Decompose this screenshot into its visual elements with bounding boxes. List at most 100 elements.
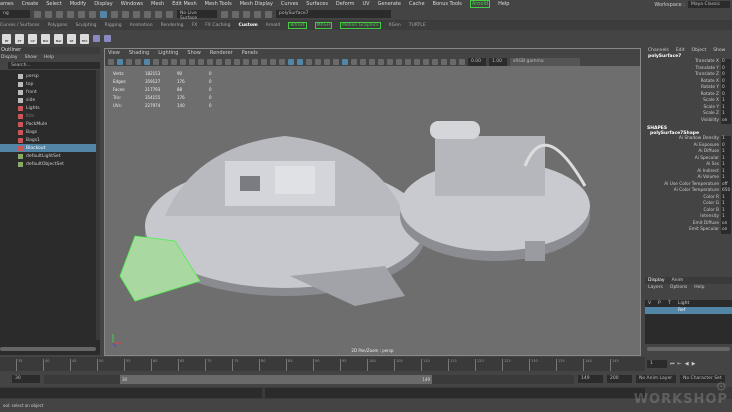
- viewport-tool-icon[interactable]: [288, 58, 294, 65]
- layer-row[interactable]: V P T Light: [645, 300, 732, 307]
- menu-deform[interactable]: Deform: [336, 1, 355, 7]
- current-frame-field[interactable]: 1: [647, 360, 667, 368]
- shelf-tool-icon[interactable]: TEX: [80, 33, 89, 44]
- viewport-menu-show[interactable]: Show: [187, 50, 201, 56]
- viewport-tool-icon[interactable]: [162, 58, 168, 65]
- step-back-icon[interactable]: ◀: [685, 361, 689, 367]
- color-space-select[interactable]: sRGB gamma: [510, 57, 580, 66]
- undo-icon[interactable]: [67, 10, 74, 18]
- outliner-item[interactable]: Kits: [0, 112, 100, 120]
- layer-v-toggle[interactable]: V: [648, 301, 654, 306]
- viewport-tool-icon[interactable]: [261, 58, 267, 65]
- outliner-item[interactable]: Blockout: [0, 144, 100, 152]
- layer-p-toggle[interactable]: P: [658, 301, 664, 306]
- snap-view-icon[interactable]: [155, 10, 162, 18]
- channel-menu-show[interactable]: Show: [713, 48, 725, 53]
- outliner-menu-help[interactable]: Help: [44, 55, 54, 60]
- channel-menu-edit[interactable]: Edit: [676, 48, 685, 53]
- viewport-panel[interactable]: View Shading Lighting Show Renderer Panels 0.…: [104, 48, 641, 356]
- outliner-item[interactable]: defaultLightSet: [0, 152, 100, 160]
- shelf-tool-icon[interactable]: Mat: [41, 33, 50, 44]
- layer-menu-help[interactable]: Help: [694, 285, 704, 290]
- viewport-tool-icon[interactable]: [396, 58, 402, 65]
- viewport-menu-renderer[interactable]: Renderer: [210, 50, 233, 56]
- layer-tab-anim[interactable]: Anim: [672, 278, 684, 283]
- viewport-tool-icon[interactable]: [387, 58, 393, 65]
- menu-create[interactable]: Create: [22, 1, 39, 7]
- viewport-tool-icon[interactable]: [144, 58, 150, 65]
- shelf-tab-rendering[interactable]: Rendering: [161, 23, 184, 28]
- channel-menu-object[interactable]: Object: [692, 48, 707, 53]
- mel-input[interactable]: [0, 388, 262, 398]
- start-frame-field[interactable]: 30: [12, 375, 40, 383]
- viewport-tool-icon[interactable]: [153, 58, 159, 65]
- viewport-tool-icon[interactable]: [441, 58, 447, 65]
- viewport-tool-icon[interactable]: [135, 58, 141, 65]
- outliner-menu-display[interactable]: Display: [1, 55, 18, 60]
- shelf-tab-animation[interactable]: Animation: [130, 23, 153, 28]
- menu-cache[interactable]: Cache: [409, 1, 425, 7]
- attribute-value[interactable]: on: [721, 117, 731, 124]
- menu-mesh-display[interactable]: Mesh Display: [240, 1, 273, 7]
- shelf-tool-icon[interactable]: Mat: [54, 33, 63, 44]
- object-name-field[interactable]: polySurface7: [276, 10, 391, 18]
- viewport-tool-icon[interactable]: [423, 58, 429, 65]
- menu-select[interactable]: Select: [46, 1, 61, 7]
- shelf-tab-polygons[interactable]: Polygons: [48, 23, 68, 28]
- viewport-tool-icon[interactable]: [324, 58, 330, 65]
- arnold-render-icon[interactable]: [265, 10, 272, 18]
- hypershade-icon[interactable]: [254, 10, 261, 18]
- menu-modify[interactable]: Modify: [70, 1, 87, 7]
- viewport-tool-icon[interactable]: [279, 58, 285, 65]
- viewport-tool-icon[interactable]: [351, 58, 357, 65]
- new-scene-icon[interactable]: [34, 10, 41, 18]
- menu-windows[interactable]: Windows: [121, 1, 143, 7]
- shelf-tab-arnold[interactable]: Arnold: [266, 23, 281, 28]
- select-component-icon[interactable]: [111, 10, 118, 18]
- shelf-deformer-icon[interactable]: [104, 35, 111, 42]
- viewport-tool-icon[interactable]: [414, 58, 420, 65]
- shelf-tab-rigging[interactable]: Rigging: [105, 23, 122, 28]
- channel-attribute[interactable]: Emit Specular on: [645, 227, 732, 234]
- layer-row[interactable]: Ref: [645, 307, 732, 314]
- snap-surface-icon[interactable]: [166, 10, 173, 18]
- menu-uv[interactable]: UV: [363, 1, 370, 7]
- viewport-tool-icon[interactable]: [378, 58, 384, 65]
- time-slider[interactable]: 35 40 45 50 55 60 65 70 75 80 85 90 95 100 105 110 115 12…: [0, 357, 645, 371]
- outliner-item[interactable]: Bags: [0, 128, 100, 136]
- viewport-tool-icon[interactable]: [459, 58, 465, 65]
- select-object-icon[interactable]: [100, 10, 107, 18]
- viewport-tool-icon[interactable]: [315, 58, 321, 65]
- menu-curves[interactable]: Curves: [281, 1, 298, 7]
- outliner-item[interactable]: top: [0, 80, 100, 88]
- outliner-item[interactable]: defaultObjectSet: [0, 160, 100, 168]
- layer-tab-display[interactable]: Display: [648, 278, 665, 283]
- play-icon[interactable]: ▶: [692, 361, 696, 367]
- shelf-tab-fx[interactable]: FX: [192, 23, 198, 28]
- shelf-tab-motion-graphics[interactable]: Motion Graphics: [339, 22, 381, 29]
- outliner-item[interactable]: side: [0, 96, 100, 104]
- shelf-tool-icon[interactable]: SE: [67, 33, 76, 44]
- live-surface-field[interactable]: No Live Surface: [177, 10, 217, 21]
- render-icon[interactable]: [221, 10, 228, 18]
- viewport-tool-icon[interactable]: [450, 58, 456, 65]
- ipr-icon[interactable]: [232, 10, 239, 18]
- viewport-tool-icon[interactable]: [252, 58, 258, 65]
- viewport-tool-icon[interactable]: [216, 58, 222, 65]
- save-scene-icon[interactable]: [56, 10, 63, 18]
- viewport-menu-lighting[interactable]: Lighting: [158, 50, 178, 56]
- menu-surfaces[interactable]: Surfaces: [306, 1, 328, 7]
- menu-mesh-tools[interactable]: Mesh Tools: [205, 1, 232, 7]
- viewport-tool-icon[interactable]: [432, 58, 438, 65]
- viewport-menu-view[interactable]: View: [108, 50, 120, 56]
- viewport-tool-icon[interactable]: [333, 58, 339, 65]
- outliner-menu-show[interactable]: Show: [25, 55, 37, 60]
- shelf-tab-fx-caching[interactable]: FX Caching: [205, 23, 230, 28]
- outliner-item[interactable]: Bags1: [0, 136, 100, 144]
- menu-bonus-tools[interactable]: Bonus Tools: [433, 1, 462, 7]
- go-to-start-icon[interactable]: ⏮: [670, 361, 675, 367]
- viewport-tool-icon[interactable]: [342, 58, 348, 65]
- menu-help[interactable]: Help: [498, 1, 509, 7]
- shelf-tab-curves-surfaces[interactable]: Curves / Surfaces: [0, 23, 40, 28]
- viewport-tool-icon[interactable]: [171, 58, 177, 65]
